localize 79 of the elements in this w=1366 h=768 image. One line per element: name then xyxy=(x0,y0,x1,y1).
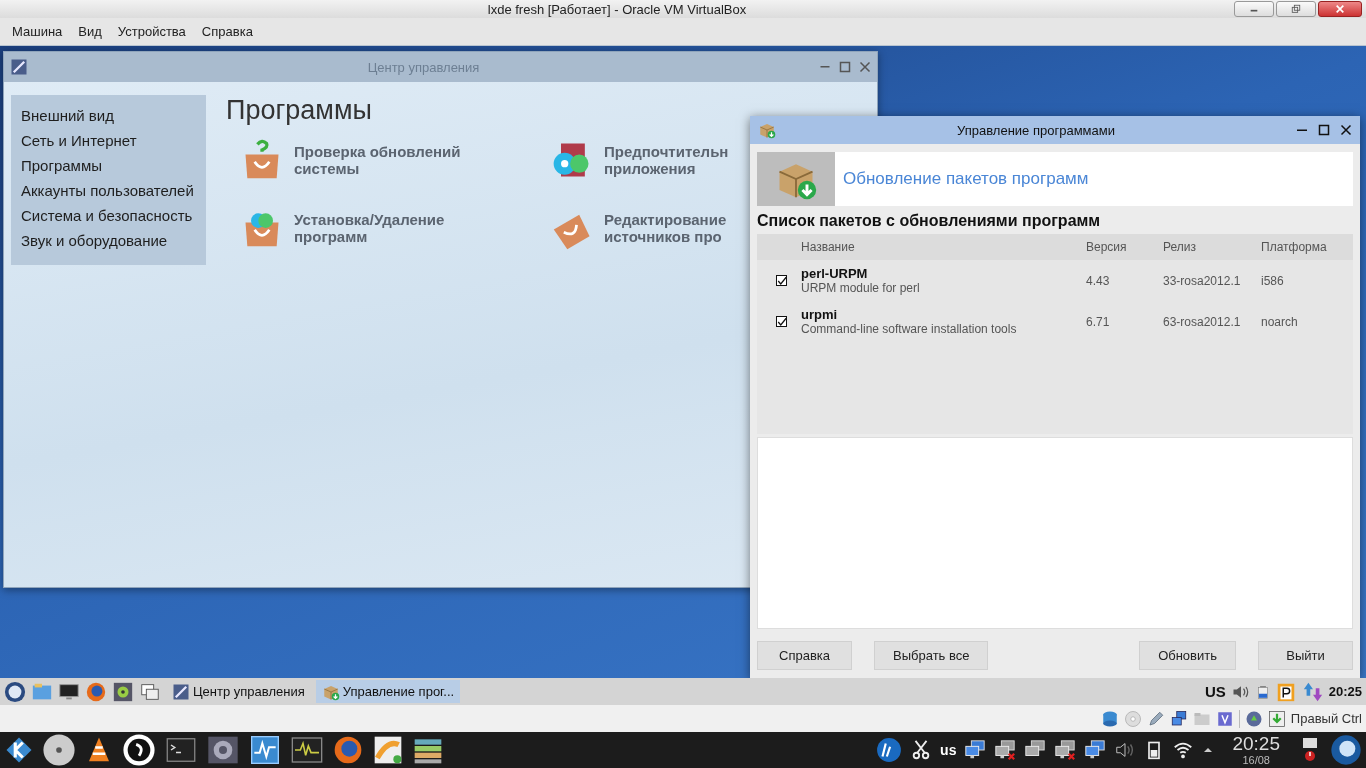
minimize-button[interactable] xyxy=(1234,1,1274,17)
program-link[interactable]: Предпочтительн приложения xyxy=(604,142,729,178)
program-link[interactable]: Установка/Удаление программ xyxy=(294,210,445,246)
network-icon[interactable] xyxy=(964,739,987,761)
category-item[interactable]: Сеть и Интернет xyxy=(21,132,196,149)
category-item[interactable]: Внешний вид xyxy=(21,107,196,124)
category-item[interactable]: Звук и оборудование xyxy=(21,232,196,249)
dialog-button[interactable]: Выбрать все xyxy=(874,641,989,670)
app-icon xyxy=(172,682,190,701)
checkbox[interactable] xyxy=(776,275,787,286)
close-icon xyxy=(1335,4,1345,14)
check-icon xyxy=(776,275,787,286)
package-description: Command-line software installation tools xyxy=(801,322,1018,336)
banner-title: Обновление пакетов программ xyxy=(842,169,1089,189)
category-item[interactable]: Система и безопасность xyxy=(21,207,196,224)
hard-disk-icon xyxy=(1100,709,1119,728)
table-cell-text: 6.71 xyxy=(1086,314,1111,329)
network-error-icon[interactable] xyxy=(994,739,1017,761)
close-icon[interactable] xyxy=(1340,124,1352,136)
section-heading: Программы xyxy=(226,95,373,126)
table-cell-text: 63-rosa2012.1 xyxy=(1163,314,1242,329)
package-description: URPM module for perl xyxy=(801,281,921,295)
checkbox[interactable] xyxy=(776,316,787,327)
list-heading: Список пакетов с обновлениями программ xyxy=(757,212,1102,230)
column-header: Платформа xyxy=(1261,240,1328,254)
network-icon xyxy=(1169,709,1188,728)
table-cell-text: 33-rosa2012.1 xyxy=(1163,273,1242,288)
check-icon xyxy=(776,316,787,327)
close-button[interactable] xyxy=(1318,1,1362,17)
pen-icon xyxy=(1146,709,1165,728)
window-title: Центр управления xyxy=(366,59,481,75)
pulse-monitor-icon[interactable] xyxy=(248,734,282,766)
table-cell-text: i586 xyxy=(1261,273,1285,288)
restore-button[interactable] xyxy=(1276,1,1316,17)
host-key-label: Правый Ctrl xyxy=(1290,711,1362,726)
table-cell-text: noarch xyxy=(1261,314,1299,329)
dialog-button[interactable]: Обновить xyxy=(1139,641,1236,670)
menu-item[interactable]: Устройства xyxy=(109,21,194,42)
menu-orb-icon[interactable] xyxy=(4,680,26,703)
waveform-monitor-icon[interactable] xyxy=(290,734,324,766)
dialog-button[interactable]: Справка xyxy=(757,641,852,670)
network-error-icon[interactable] xyxy=(1054,739,1077,761)
menu-item[interactable]: Справка xyxy=(193,21,261,42)
package-icon xyxy=(758,121,776,139)
image-editor-icon[interactable] xyxy=(372,734,404,766)
column-header: Название xyxy=(801,240,856,254)
taskbar-button[interactable]: Управление прог... xyxy=(315,680,461,703)
maximize-icon[interactable] xyxy=(1318,124,1330,136)
clock[interactable]: 20:25 xyxy=(1328,684,1362,699)
dialog-button[interactable]: Выйти xyxy=(1258,641,1353,670)
app-icon xyxy=(10,58,28,76)
column-header: Релиз xyxy=(1163,240,1197,254)
package-name: urpmi xyxy=(801,307,839,322)
orb-icon[interactable] xyxy=(1330,734,1362,766)
table-cell-text: 4.43 xyxy=(1086,273,1111,288)
disc-icon[interactable] xyxy=(42,733,76,767)
category-item[interactable]: Аккаунты пользователей xyxy=(21,182,196,199)
clock-time[interactable]: 20:25 xyxy=(1232,734,1280,754)
keyboard-layout[interactable]: us xyxy=(940,742,957,758)
program-link[interactable]: Редактирование источников про xyxy=(604,210,727,246)
restore-icon xyxy=(1291,4,1301,14)
optical-disc-icon xyxy=(1123,709,1142,728)
program-link[interactable]: Проверка обновлений системы xyxy=(294,142,461,178)
browser-icon[interactable] xyxy=(85,680,107,703)
keyboard-layout[interactable]: US xyxy=(1204,683,1226,700)
taskbar-button[interactable]: Центр управления xyxy=(166,680,311,703)
window-title: Управление программами xyxy=(956,122,1116,138)
category-item[interactable]: Программы xyxy=(21,157,196,174)
round-logo-icon[interactable] xyxy=(876,737,903,763)
menu-item[interactable]: Машина xyxy=(4,21,71,42)
k-letter-icon[interactable] xyxy=(4,735,34,765)
window-title: lxde fresh [Работает] - Oracle VM VirtualBox xyxy=(486,1,748,17)
terminal-icon[interactable] xyxy=(164,735,198,765)
browser-icon[interactable] xyxy=(332,734,364,766)
column-header: Версия xyxy=(1086,240,1128,254)
menu-item[interactable]: Вид xyxy=(70,21,110,42)
network-icon[interactable] xyxy=(1084,739,1107,761)
clock-date[interactable]: 16/08 xyxy=(1242,754,1270,766)
package-name: perl-URPM xyxy=(801,266,869,281)
